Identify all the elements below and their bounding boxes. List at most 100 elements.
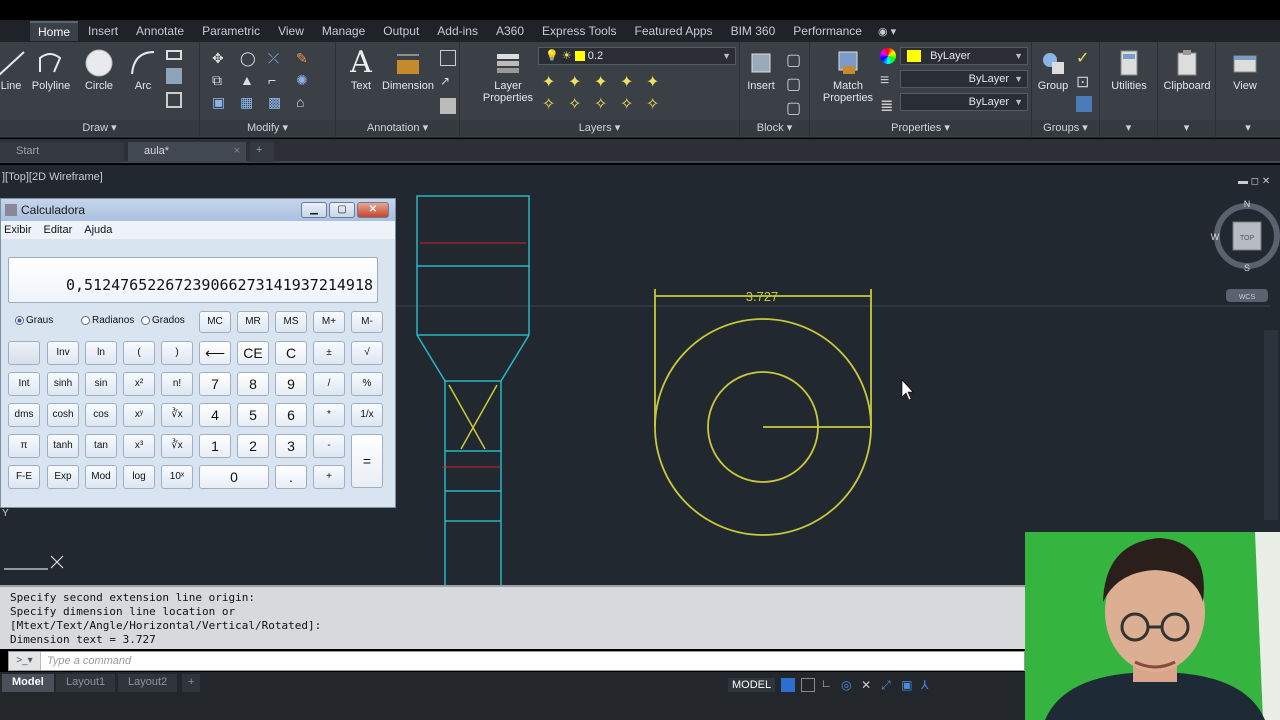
- key-r1-c4[interactable]: n!: [161, 372, 193, 396]
- array-icon[interactable]: ▩: [268, 94, 284, 110]
- layer-off-icon[interactable]: ✦: [542, 72, 558, 91]
- rotate-icon[interactable]: ◯: [240, 50, 256, 66]
- key-r1-c7[interactable]: 9: [275, 372, 307, 396]
- edit-block-icon[interactable]: ▢: [786, 74, 802, 93]
- tab-express-tools[interactable]: Express Tools: [534, 22, 624, 40]
- linetype-dropdown[interactable]: ByLayer ▼: [900, 70, 1028, 88]
- key-r0-c3[interactable]: (: [123, 341, 155, 365]
- view-button[interactable]: View: [1220, 48, 1270, 92]
- mode-radio-grados[interactable]: Grados: [141, 315, 185, 326]
- tab-parametric[interactable]: Parametric: [194, 22, 268, 40]
- mode-radio-radianos[interactable]: Radianos: [81, 315, 134, 326]
- key-r3-c7[interactable]: 3: [275, 434, 307, 458]
- color-dropdown[interactable]: ByLayer ▼: [900, 47, 1028, 65]
- new-tab-button[interactable]: +: [250, 142, 274, 162]
- maximize-button[interactable]: ▢: [329, 202, 355, 218]
- navigation-bar[interactable]: [1264, 330, 1278, 520]
- annotation-panel-title[interactable]: Annotation ▾: [336, 120, 459, 136]
- memory-key-0[interactable]: MC: [199, 311, 231, 333]
- key-r1-c9[interactable]: %: [351, 372, 383, 396]
- key-r4-c4[interactable]: 10ˣ: [161, 465, 193, 489]
- match-properties-button[interactable]: Match Properties: [822, 48, 874, 104]
- stretch-icon[interactable]: ▣: [212, 94, 228, 110]
- tab-featured-apps[interactable]: Featured Apps: [627, 22, 721, 40]
- menu-editar[interactable]: Editar: [44, 224, 73, 236]
- layer-merge-icon[interactable]: ✧: [620, 94, 636, 113]
- move-icon[interactable]: ✥: [212, 50, 228, 66]
- viewcube-south[interactable]: S: [1244, 263, 1250, 273]
- key-r1-c6[interactable]: 8: [237, 372, 269, 396]
- osnap-icon[interactable]: ✕: [861, 678, 875, 692]
- viewport-minimize-icon[interactable]: ▬ ◻ ✕: [1238, 176, 1270, 187]
- menu-ajuda[interactable]: Ajuda: [84, 224, 112, 236]
- layer-walk-icon[interactable]: ✧: [542, 94, 558, 113]
- calculator-titlebar[interactable]: Calculadora ▁ ▢ ✕: [1, 199, 395, 221]
- tab-home[interactable]: Home: [30, 21, 79, 41]
- explode-icon[interactable]: ✺: [296, 72, 312, 88]
- dimension-text[interactable]: 3.727: [746, 289, 779, 304]
- tab-a360[interactable]: A360: [488, 22, 532, 40]
- key-r3-c1[interactable]: tanh: [47, 434, 79, 458]
- menu-exibir[interactable]: Exibir: [4, 224, 32, 236]
- dimension-button[interactable]: Dimension: [382, 48, 434, 92]
- close-button[interactable]: ✕: [357, 202, 389, 218]
- group-select-icon[interactable]: [1076, 96, 1092, 112]
- key-r2-c0[interactable]: dms: [8, 403, 40, 427]
- key-r0-c6[interactable]: CE: [237, 341, 269, 365]
- layer-lock-icon[interactable]: ✦: [594, 72, 610, 91]
- linetype-icon[interactable]: ≡: [880, 72, 896, 89]
- key-r0-c2[interactable]: ln: [85, 341, 117, 365]
- circle-button[interactable]: Circle: [74, 48, 124, 92]
- command-input[interactable]: >_▾ Type a command: [8, 651, 1025, 671]
- text-button[interactable]: A Text: [336, 48, 386, 93]
- erase-icon[interactable]: ✎: [296, 50, 312, 66]
- properties-panel-title[interactable]: Properties ▾: [810, 120, 1031, 136]
- key-r0-c1[interactable]: Inv: [47, 341, 79, 365]
- groups-panel-title[interactable]: Groups ▾: [1032, 120, 1099, 136]
- utilities-button[interactable]: Utilities: [1104, 48, 1154, 92]
- aula-tab[interactable]: aula* ×: [128, 142, 246, 162]
- key-r2-c5[interactable]: 4: [199, 403, 231, 427]
- insert-button[interactable]: Insert: [736, 48, 786, 92]
- ribbon-options-icon[interactable]: ◉ ▾: [878, 25, 896, 38]
- equals-key[interactable]: =: [351, 434, 383, 488]
- key-r2-c9[interactable]: 1/x: [351, 403, 383, 427]
- model-space-button[interactable]: MODEL: [728, 678, 776, 692]
- memory-key-4[interactable]: M-: [351, 311, 383, 333]
- layer-isolate-icon[interactable]: ✦: [620, 72, 636, 91]
- key-r0-c9[interactable]: √: [351, 341, 383, 365]
- key-r2-c3[interactable]: xʸ: [123, 403, 155, 427]
- create-block-icon[interactable]: ▢: [786, 50, 802, 69]
- key-r1-c8[interactable]: /: [313, 372, 345, 396]
- tab-manage[interactable]: Manage: [314, 22, 373, 40]
- markup-icon[interactable]: [440, 98, 456, 114]
- key-r4-c2[interactable]: Mod: [85, 465, 117, 489]
- viewcube-top[interactable]: TOP: [1240, 235, 1255, 242]
- key-r2-c7[interactable]: 6: [275, 403, 307, 427]
- block-panel-title[interactable]: Block ▾: [740, 120, 809, 136]
- layer-previous-icon[interactable]: ✧: [594, 94, 610, 113]
- key-r0-c8[interactable]: ±: [313, 341, 345, 365]
- command-prompt-icon[interactable]: >_▾: [9, 652, 41, 670]
- key-r1-c2[interactable]: sin: [85, 372, 117, 396]
- key-r3-c5[interactable]: 1: [199, 434, 231, 458]
- color-wheel-icon[interactable]: [880, 48, 896, 64]
- otrack-icon[interactable]: ⤢: [881, 678, 895, 692]
- tab-bim360[interactable]: BIM 360: [723, 22, 784, 40]
- key-r1-c5[interactable]: 7: [199, 372, 231, 396]
- table-icon[interactable]: [440, 50, 456, 66]
- lineweight-toggle-icon[interactable]: ▣: [901, 678, 915, 692]
- layers-panel-title[interactable]: Layers ▾: [460, 120, 739, 136]
- layer-properties-button[interactable]: Layer Properties: [480, 48, 536, 104]
- key-r2-c2[interactable]: cos: [85, 403, 117, 427]
- key-r0-c7[interactable]: C: [275, 341, 307, 365]
- key-r3-c0[interactable]: π: [8, 434, 40, 458]
- key-r3-c3[interactable]: x³: [123, 434, 155, 458]
- minimize-button[interactable]: ▁: [301, 202, 327, 218]
- group-edit-icon[interactable]: ⊡: [1076, 72, 1092, 91]
- lineweight-dropdown[interactable]: ByLayer ▼: [900, 93, 1028, 111]
- rectangle-icon[interactable]: [166, 50, 182, 60]
- fillet-icon[interactable]: ⌐: [268, 72, 284, 88]
- plus-key[interactable]: +: [313, 465, 345, 489]
- snap-icon[interactable]: [801, 678, 816, 692]
